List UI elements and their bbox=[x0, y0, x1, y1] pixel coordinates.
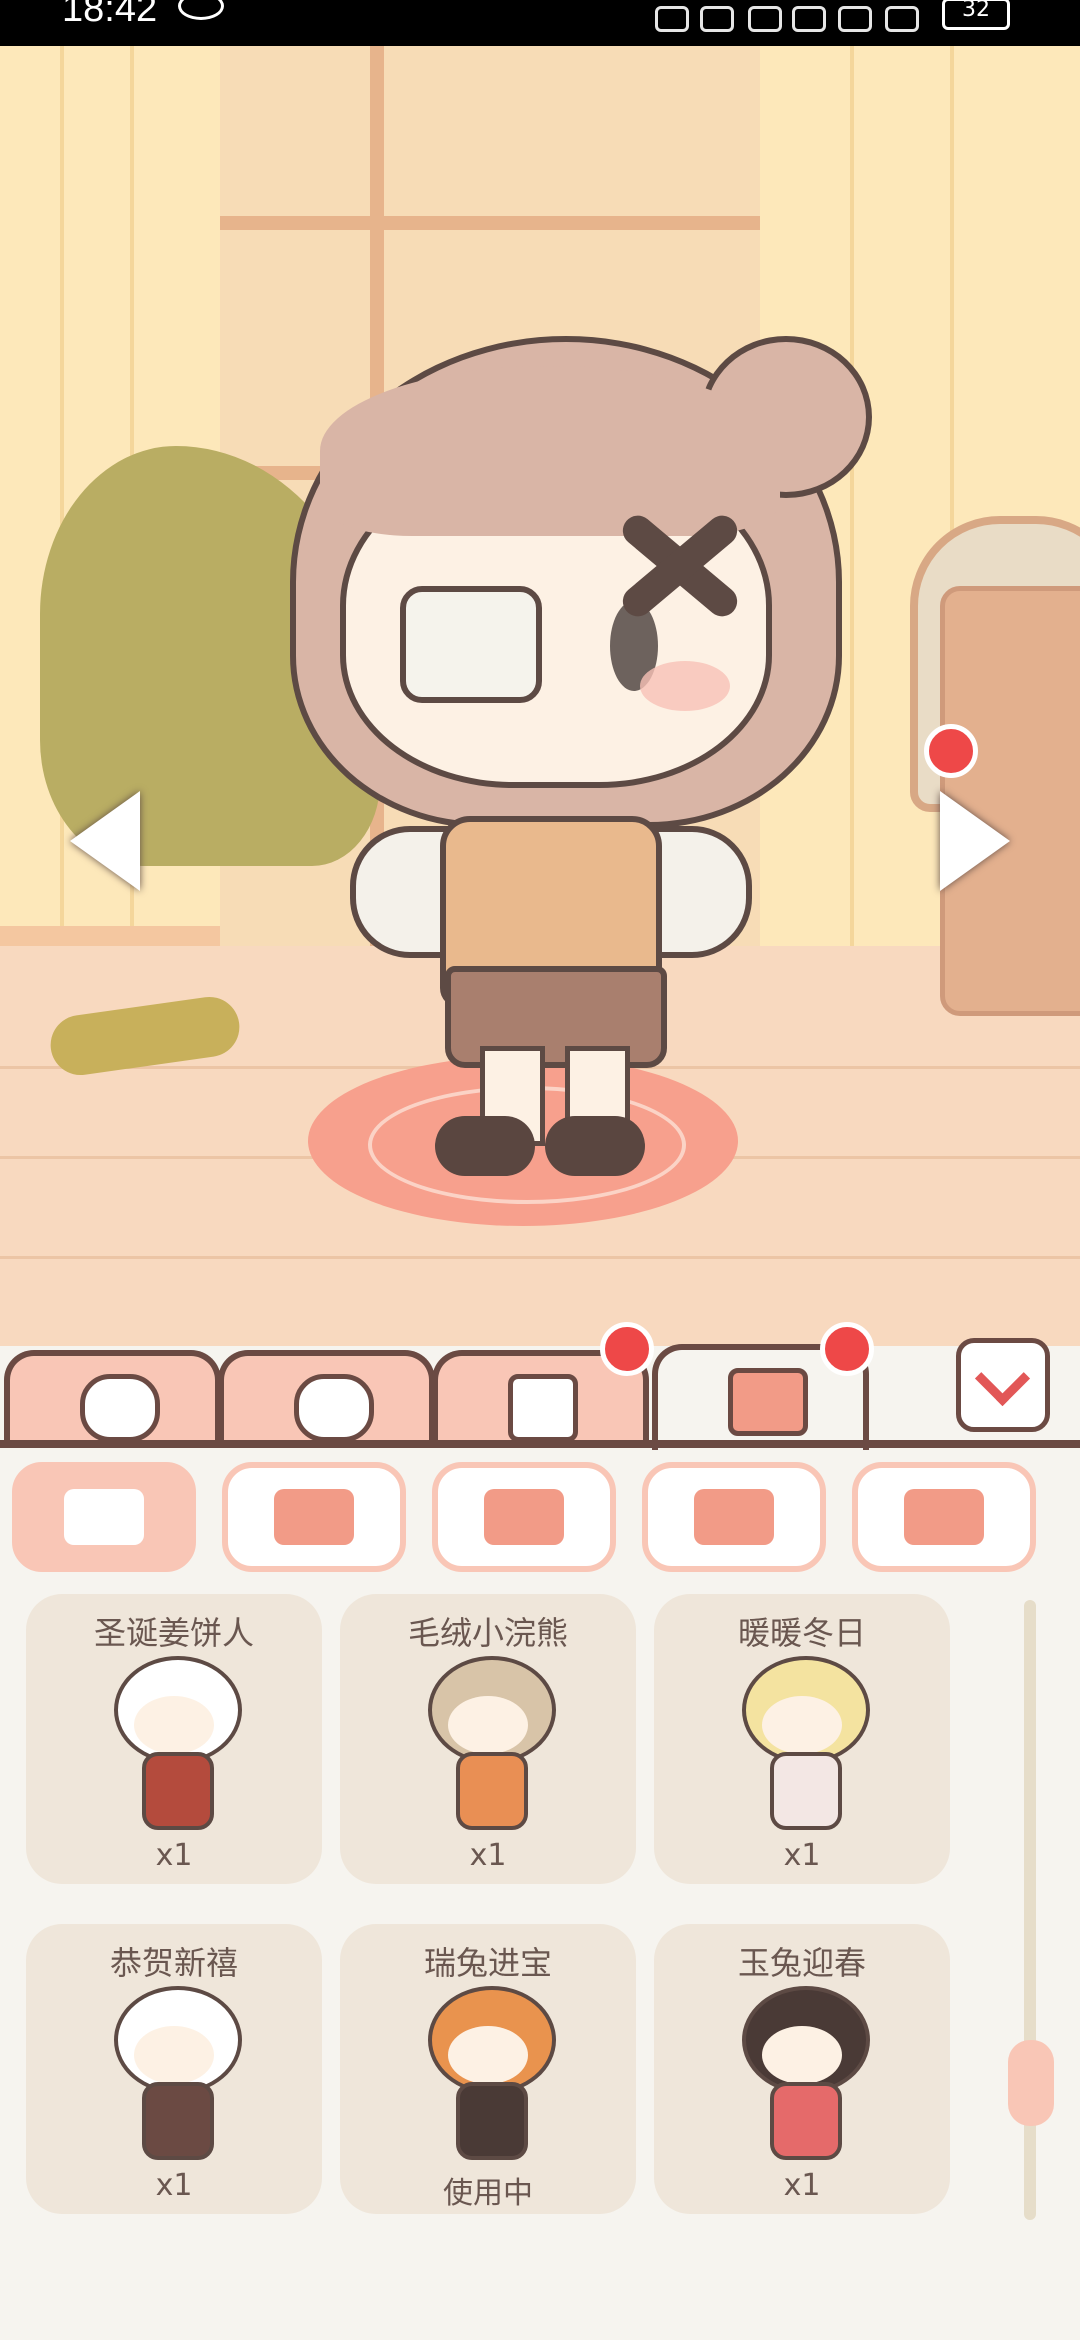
shoes-icon bbox=[904, 1489, 984, 1545]
room-scene bbox=[0, 46, 1080, 1346]
top-icon bbox=[274, 1489, 354, 1545]
figure-outfit bbox=[142, 1752, 214, 1830]
figure-face bbox=[448, 1696, 528, 1754]
outfit-thumbnail bbox=[418, 1986, 558, 2166]
next-arrow-icon[interactable] bbox=[940, 791, 1010, 891]
shirt-icon bbox=[728, 1368, 808, 1436]
prev-arrow-icon[interactable] bbox=[70, 791, 140, 891]
scrollbar-track[interactable] bbox=[1024, 1600, 1036, 2220]
outfit-status-in-use: 使用中 bbox=[443, 2176, 533, 2211]
outfit-quantity: x1 bbox=[469, 1838, 507, 1873]
bluetooth-icon bbox=[748, 6, 782, 32]
outfit-quantity: x1 bbox=[155, 1838, 193, 1873]
chevron-down-icon bbox=[974, 1350, 1031, 1407]
outfit-name: 恭贺新禧 bbox=[109, 1944, 238, 1982]
figure-outfit bbox=[456, 2082, 528, 2160]
figure-face bbox=[762, 1696, 842, 1754]
outfit-quantity: x1 bbox=[783, 2168, 821, 2203]
subtab-bottom[interactable] bbox=[432, 1462, 616, 1572]
character-shoe bbox=[545, 1116, 645, 1176]
window-frame bbox=[220, 216, 760, 230]
figure-outfit bbox=[456, 1752, 528, 1830]
tab-face[interactable] bbox=[4, 1350, 221, 1448]
fork-knife-icon bbox=[508, 1374, 578, 1442]
outfit-name: 圣诞姜饼人 bbox=[93, 1614, 254, 1652]
outfit-name: 玉兔迎春 bbox=[737, 1944, 866, 1982]
tab-baseline bbox=[0, 1440, 1080, 1448]
notification-dot bbox=[924, 724, 978, 778]
mute-icon bbox=[700, 6, 734, 32]
figure-outfit bbox=[770, 1752, 842, 1830]
figure-face bbox=[762, 2026, 842, 2084]
outfit-name: 毛绒小浣熊 bbox=[407, 1614, 568, 1652]
outfit-card[interactable]: 瑞兔进宝 使用中 bbox=[340, 1924, 636, 2214]
figure-face bbox=[134, 2026, 214, 2084]
category-tab-bar bbox=[0, 1340, 1080, 1450]
signal-icon bbox=[885, 6, 919, 32]
character-eyepatch bbox=[400, 586, 542, 703]
subtab-top[interactable] bbox=[222, 1462, 406, 1572]
character-cheek bbox=[640, 661, 730, 711]
bottom-icon bbox=[484, 1489, 564, 1545]
outfit-card[interactable]: 暖暖冬日 x1 bbox=[654, 1594, 950, 1884]
outfit-name: 瑞兔进宝 bbox=[423, 1944, 552, 1982]
wifi-icon bbox=[838, 6, 872, 32]
character-shoe bbox=[435, 1116, 535, 1176]
curtain-fold bbox=[850, 46, 854, 996]
face-icon bbox=[80, 1374, 160, 1442]
all-clothes-icon bbox=[64, 1489, 144, 1545]
status-time: 18:42 bbox=[62, 0, 158, 30]
outfit-card[interactable]: 圣诞姜饼人 x1 bbox=[26, 1594, 322, 1884]
outfit-card[interactable]: 玉兔迎春 x1 bbox=[654, 1924, 950, 2214]
bell-off-icon bbox=[792, 6, 826, 32]
outfit-thumbnail bbox=[104, 1986, 244, 2166]
outfit-quantity: x1 bbox=[783, 1838, 821, 1873]
scrollbar-thumb[interactable] bbox=[1008, 2040, 1054, 2126]
outfit-thumbnail bbox=[732, 1656, 872, 1836]
character-skirt bbox=[445, 966, 667, 1068]
figure-face bbox=[134, 1696, 214, 1754]
figure-outfit bbox=[770, 2082, 842, 2160]
outfit-name: 暖暖冬日 bbox=[737, 1614, 866, 1652]
subtab-dress[interactable] bbox=[642, 1462, 826, 1572]
floor-line bbox=[0, 1256, 1080, 1259]
outfit-card[interactable]: 恭贺新禧 x1 bbox=[26, 1924, 322, 2214]
outfit-thumbnail bbox=[732, 1986, 872, 2166]
eye-icon bbox=[178, 0, 224, 20]
dress-icon bbox=[694, 1489, 774, 1545]
outfit-thumbnail bbox=[104, 1656, 244, 1836]
battery-icon: 32 bbox=[942, 0, 1010, 30]
outfit-card[interactable]: 毛绒小浣熊 x1 bbox=[340, 1594, 636, 1884]
character-bangs bbox=[320, 366, 780, 536]
notification-dot bbox=[600, 1322, 654, 1376]
nfc-icon bbox=[655, 6, 689, 32]
outfit-quantity: x1 bbox=[155, 2168, 193, 2203]
status-bar: 18:42 32 bbox=[0, 0, 1080, 46]
subtab-shoes[interactable] bbox=[852, 1462, 1036, 1572]
collapse-panel-button[interactable] bbox=[956, 1338, 1050, 1432]
outfit-thumbnail bbox=[418, 1656, 558, 1836]
figure-outfit bbox=[142, 2082, 214, 2160]
notification-dot bbox=[820, 1322, 874, 1376]
subtab-all[interactable] bbox=[12, 1462, 196, 1572]
hair-icon bbox=[294, 1374, 374, 1442]
tab-hair[interactable] bbox=[218, 1350, 435, 1448]
figure-face bbox=[448, 2026, 528, 2084]
